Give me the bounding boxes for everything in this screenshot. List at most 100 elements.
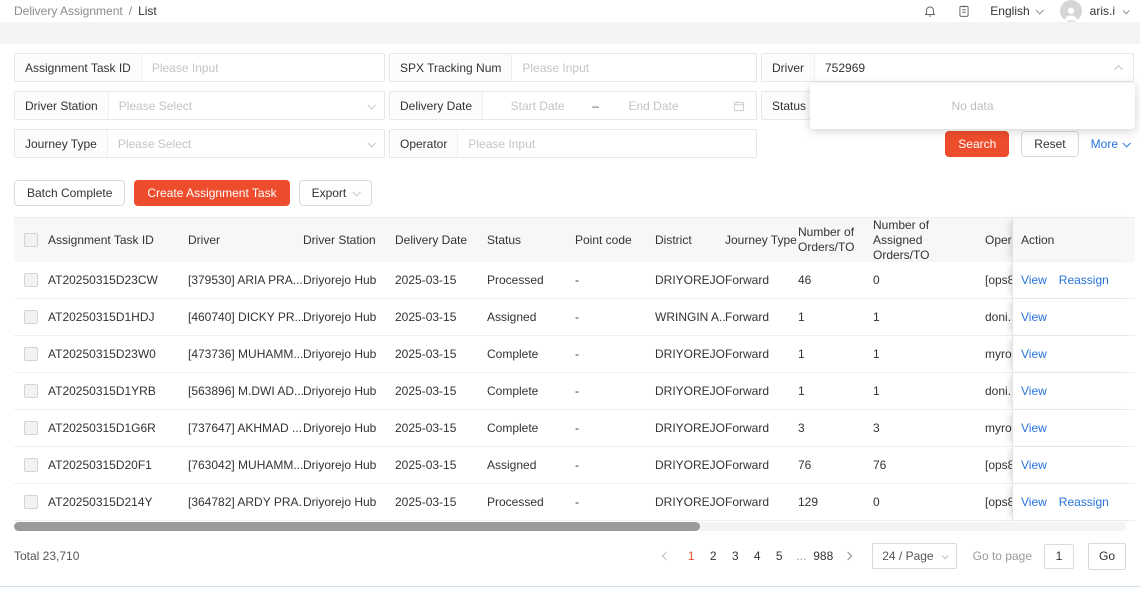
cell-status: Complete — [487, 421, 539, 435]
cell-district: DRIYOREJO — [655, 421, 725, 435]
view-link[interactable]: View — [1021, 310, 1047, 324]
page-number[interactable]: 3 — [724, 544, 746, 568]
cell-number-of-orders: 76 — [798, 458, 812, 472]
cell-action: View — [1012, 336, 1135, 372]
cell-driver-station: Driyorejo Hub — [303, 458, 377, 472]
page-number[interactable]: 2 — [702, 544, 724, 568]
avatar — [1059, 0, 1082, 22]
chevron-down-icon — [1122, 6, 1130, 14]
breadcrumb-separator: / — [128, 4, 133, 18]
breadcrumb-parent[interactable]: Delivery Assignment — [14, 4, 123, 18]
previous-page-button[interactable] — [656, 544, 676, 568]
calendar-icon[interactable] — [732, 99, 746, 113]
operator-input[interactable] — [458, 130, 756, 157]
select-all-checkbox[interactable] — [24, 233, 38, 247]
cell-journey-type: Forward — [725, 495, 770, 509]
batch-complete-button[interactable]: Batch Complete — [14, 180, 126, 206]
go-button[interactable]: Go — [1088, 542, 1126, 570]
operator-label: Operator — [390, 130, 459, 157]
cell-number-of-assigned-orders: 76 — [873, 458, 887, 472]
reset-button[interactable]: Reset — [1021, 130, 1079, 157]
row-checkbox[interactable] — [24, 273, 38, 287]
driver-station-select[interactable] — [108, 92, 384, 119]
cell-driver: [364782] ARDY PRA... — [188, 495, 303, 509]
create-assignment-task-button[interactable]: Create Assignment Task — [134, 180, 290, 206]
go-to-page-input[interactable] — [1044, 543, 1074, 569]
row-checkbox-cell — [14, 347, 48, 361]
breadcrumb: Delivery Assignment / List — [14, 4, 157, 18]
cell-number-of-orders: 1 — [798, 347, 805, 361]
column-header-district: District — [655, 233, 692, 247]
search-button[interactable]: Search — [945, 130, 1010, 157]
reassign-link[interactable]: Reassign — [1059, 273, 1109, 287]
horizontal-scrollbar-thumb[interactable] — [14, 522, 700, 531]
cell-point-code: - — [575, 421, 579, 435]
cell-district: DRIYOREJO... — [655, 495, 725, 509]
status-label: Status — [762, 92, 818, 119]
row-checkbox-cell — [14, 273, 48, 287]
cell-action: View — [1012, 410, 1135, 446]
user-menu[interactable]: aris.i — [1059, 0, 1130, 22]
row-checkbox-cell — [14, 458, 48, 472]
chevron-down-icon — [1122, 138, 1131, 148]
next-page-button[interactable] — [838, 544, 858, 568]
page-number[interactable]: 5 — [768, 544, 790, 568]
chevron-down-icon — [352, 188, 362, 197]
row-checkbox-cell — [14, 384, 48, 398]
page-size-value: 24 / Page — [882, 549, 934, 563]
view-link[interactable]: View — [1021, 495, 1047, 509]
row-checkbox[interactable] — [24, 421, 38, 435]
view-link[interactable]: View — [1021, 421, 1047, 435]
operator-field: Operator — [389, 129, 757, 158]
driver-input[interactable] — [815, 54, 1133, 81]
cell-point-code: - — [575, 495, 579, 509]
end-date-input[interactable] — [598, 98, 709, 113]
journey-type-label: Journey Type — [15, 130, 108, 157]
row-checkbox[interactable] — [24, 310, 38, 324]
cell-driver: [379530] ARIA PRA... — [188, 273, 303, 287]
language-selector[interactable]: English — [990, 4, 1044, 18]
row-checkbox[interactable] — [24, 347, 38, 361]
total-count-label: Total 23,710 — [14, 549, 80, 563]
more-filters-toggle[interactable]: More — [1091, 137, 1131, 151]
dropdown-empty-text: No data — [951, 99, 994, 113]
page-number[interactable]: 988 — [812, 544, 834, 568]
table-row: AT20250315D23CW [379530] ARIA PRA... Dri… — [14, 262, 1135, 299]
notification-bell-icon[interactable] — [922, 3, 938, 19]
driver-field: Driver — [761, 53, 1134, 82]
reassign-link[interactable]: Reassign — [1059, 495, 1109, 509]
page-number[interactable]: 4 — [746, 544, 768, 568]
cell-number-of-assigned-orders: 1 — [873, 310, 880, 324]
cell-driver-station: Driyorejo Hub — [303, 421, 377, 435]
view-link[interactable]: View — [1021, 458, 1047, 472]
journey-type-select[interactable] — [107, 130, 384, 157]
cell-action: View — [1012, 299, 1135, 335]
row-checkbox[interactable] — [24, 495, 38, 509]
cell-district: DRIYOREJO — [655, 384, 725, 398]
cell-number-of-assigned-orders: 1 — [873, 384, 880, 398]
spx-tracking-num-input[interactable] — [512, 54, 756, 81]
cell-driver-station: Driyorejo Hub — [303, 310, 377, 324]
row-checkbox[interactable] — [24, 458, 38, 472]
view-link[interactable]: View — [1021, 384, 1047, 398]
column-header-driver-station: Driver Station — [303, 233, 376, 247]
column-header-delivery-date: Delivery Date — [395, 233, 468, 247]
row-checkbox[interactable] — [24, 384, 38, 398]
page-number[interactable]: 1 — [680, 544, 702, 568]
page-size-selector[interactable]: 24 / Page — [872, 543, 957, 569]
cell-point-code: - — [575, 310, 579, 324]
assignment-task-id-input[interactable] — [141, 54, 384, 81]
task-clipboard-icon[interactable] — [956, 3, 972, 19]
assignment-table: Assignment Task ID Driver Driver Station… — [14, 217, 1135, 521]
assignment-task-id-field: Assignment Task ID — [14, 53, 385, 82]
bottom-divider — [0, 586, 1140, 587]
export-button[interactable]: Export — [298, 180, 373, 206]
cell-number-of-orders: 1 — [798, 384, 805, 398]
cell-point-code: - — [575, 347, 579, 361]
spx-tracking-num-field: SPX Tracking Num — [389, 53, 757, 82]
cell-status: Processed — [487, 495, 544, 509]
start-date-input[interactable] — [483, 98, 593, 113]
view-link[interactable]: View — [1021, 273, 1047, 287]
view-link[interactable]: View — [1021, 347, 1047, 361]
cell-journey-type: Forward — [725, 273, 770, 287]
